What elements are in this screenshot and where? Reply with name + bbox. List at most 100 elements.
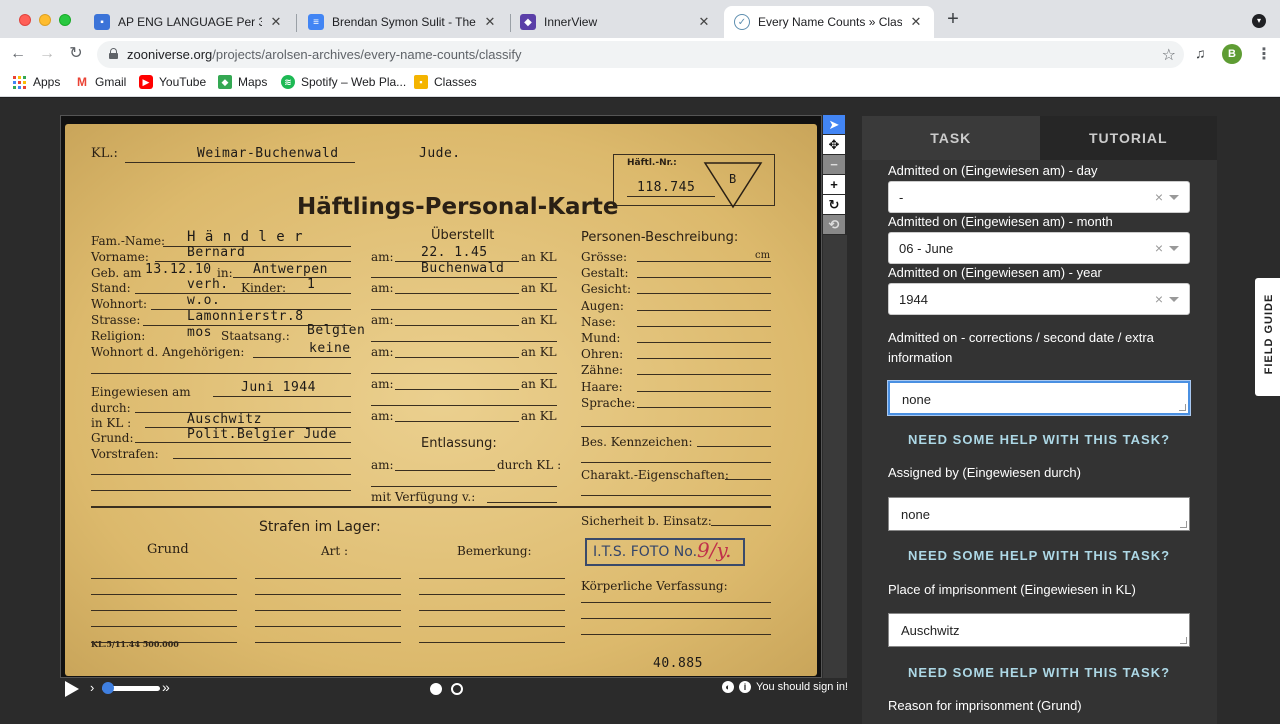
new-tab-button[interactable]: +	[944, 9, 962, 29]
ankl-label-2: an KL	[521, 281, 557, 295]
close-window-button[interactable]	[19, 14, 31, 26]
chevron-down-icon[interactable]	[1169, 297, 1179, 302]
field-guide-label: FIELD GUIDE	[1263, 293, 1275, 375]
bookmark-apps[interactable]: Apps	[13, 75, 60, 89]
clear-icon[interactable]: ×	[1155, 291, 1163, 307]
am-label-4: am:	[371, 345, 394, 359]
speed-slider-knob[interactable]	[102, 682, 114, 694]
forward-button[interactable]: →	[37, 44, 57, 64]
field-guide-button[interactable]: FIELD GUIDE	[1255, 278, 1280, 396]
stamp-handwriting: 9/y.	[697, 538, 732, 562]
help-link-2[interactable]: NEED SOME HELP WITH THIS TASK?	[888, 548, 1190, 563]
address-bar: ← → ↻ zooniverse.org/projects/arolsen-ar…	[0, 38, 1280, 70]
reload-button[interactable]: ↻	[66, 44, 86, 64]
corrections-field[interactable]: none	[888, 381, 1190, 415]
bookmark-label: Gmail	[95, 75, 127, 89]
zooniverse-icon: ✓	[734, 14, 750, 30]
slower-icon[interactable]: ›	[90, 680, 94, 695]
inkl-value: Auschwitz	[187, 412, 262, 427]
bookmark-maps[interactable]: ◆ Maps	[218, 75, 267, 89]
day-select[interactable]: - ×	[888, 181, 1190, 213]
browser-menu-icon[interactable]: ⋮	[1256, 44, 1272, 64]
bookmark-spotify[interactable]: ≋ Spotify – Web Pla...	[281, 75, 406, 89]
pan-tool-icon[interactable]: ✥	[823, 135, 845, 154]
pointer-tool-icon[interactable]: ➤	[823, 115, 845, 134]
close-icon[interactable]: ✕	[908, 14, 924, 30]
jude-text: Jude.	[419, 146, 461, 161]
frame-dot-1[interactable]	[430, 683, 442, 695]
tab-title: AP ENG LANGUAGE Per 3	[118, 15, 262, 29]
play-icon[interactable]	[65, 681, 79, 697]
spotify-icon: ≋	[281, 75, 295, 89]
bookmark-label: Classes	[434, 75, 477, 89]
url-input[interactable]: zooniverse.org/projects/arolsen-archives…	[97, 41, 1184, 68]
ueberstellt-place: Buchenwald	[421, 261, 505, 276]
am-label-2: am:	[371, 281, 394, 295]
frame-dot-2[interactable]	[451, 683, 463, 695]
help-link-3[interactable]: NEED SOME HELP WITH THIS TASK?	[888, 665, 1190, 680]
help-link-1[interactable]: NEED SOME HELP WITH THIS TASK?	[888, 432, 1190, 447]
minimize-window-button[interactable]	[39, 14, 51, 26]
resize-handle[interactable]	[1180, 637, 1187, 644]
col-art: Art :	[321, 544, 349, 558]
faster-icon[interactable]: »	[162, 679, 170, 695]
pb-field-label: Gesicht:	[581, 282, 631, 297]
innerview-icon: ◆	[520, 14, 536, 30]
back-button[interactable]: ←	[8, 44, 28, 64]
tab-ap-eng[interactable]: ▪ AP ENG LANGUAGE Per 3 ✕	[84, 6, 294, 38]
subject-viewer[interactable]: KL.: Weimar-Buchenwald Jude. Häftl.-Nr.:…	[60, 115, 822, 678]
pb-field-label: Zähne:	[581, 363, 624, 378]
verfuegung-label: mit Verfügung v.:	[371, 490, 476, 504]
signin-text[interactable]: You should sign in!	[756, 681, 848, 693]
month-select[interactable]: 06 - June ×	[888, 232, 1190, 264]
chevron-down-icon[interactable]	[1169, 195, 1179, 200]
strasse-label: Strasse:	[91, 313, 141, 327]
tab-every-name-counts[interactable]: ✓ Every Name Counts » Classify ✕	[724, 6, 934, 38]
bookmark-star-icon[interactable]: ☆	[1162, 45, 1176, 65]
ueberstellt-date: 22. 1.45	[421, 245, 488, 260]
tab-tutorial[interactable]: TUTORIAL	[1039, 116, 1217, 160]
bookmark-classes[interactable]: ▪ Classes	[414, 75, 477, 89]
media-control-icon[interactable]: ♫	[1195, 45, 1206, 61]
tab-title: InnerView	[544, 15, 598, 29]
resize-handle[interactable]	[1179, 404, 1186, 411]
tab-innerview[interactable]: ◆ InnerView ✕	[510, 6, 722, 38]
place-field[interactable]: Auschwitz	[888, 613, 1190, 647]
reset-icon[interactable]: ⟲	[823, 215, 845, 234]
maximize-window-button[interactable]	[59, 14, 71, 26]
eingew-value: Juni 1944	[241, 380, 316, 395]
close-icon[interactable]: ✕	[482, 14, 498, 30]
col-bemerkung: Bemerkung:	[457, 544, 532, 558]
bookmark-gmail[interactable]: M Gmail	[75, 75, 126, 89]
rotate-icon[interactable]: ↻	[823, 195, 845, 214]
tab-brendan-doc[interactable]: ≡ Brendan Symon Sulit - The Gre ✕	[298, 6, 508, 38]
close-icon[interactable]: ✕	[696, 14, 712, 30]
contrast-icon[interactable]: ◐	[722, 681, 735, 693]
year-select[interactable]: 1944 ×	[888, 283, 1190, 315]
kennzeichen-label: Bes. Kennzeichen:	[581, 435, 693, 449]
lock-icon[interactable]	[109, 48, 118, 59]
pb-field-label: Sprache:	[581, 395, 636, 410]
angeh-label: Wohnort d. Angehörigen:	[91, 345, 245, 359]
assigned-field[interactable]: none	[888, 497, 1190, 531]
resize-handle[interactable]	[1180, 521, 1187, 528]
clear-icon[interactable]: ×	[1155, 189, 1163, 205]
durch-label: durch:	[91, 401, 131, 415]
zoom-in-icon[interactable]: +	[823, 175, 845, 194]
bookmark-youtube[interactable]: ▶ YouTube	[139, 75, 206, 89]
classify-page: KL.: Weimar-Buchenwald Jude. Häftl.-Nr.:…	[0, 98, 1280, 724]
assigned-label: Assigned by (Eingewiesen durch)	[888, 465, 1081, 480]
kl-value: Weimar-Buchenwald	[197, 146, 339, 161]
profile-avatar[interactable]: B	[1222, 44, 1242, 64]
tab-search-icon[interactable]: ▾	[1252, 14, 1266, 28]
info-icon[interactable]: i	[739, 681, 752, 693]
close-icon[interactable]: ✕	[268, 14, 284, 30]
footer-left: KL.5/11.44 500.000	[91, 639, 179, 649]
am-label: am:	[371, 250, 394, 264]
assigned-value: none	[901, 507, 930, 522]
tab-task[interactable]: TASK	[862, 116, 1040, 160]
chevron-down-icon[interactable]	[1169, 246, 1179, 251]
zoom-out-icon[interactable]: −	[823, 155, 845, 174]
grund-value: Polit.Belgier Jude	[187, 427, 337, 442]
clear-icon[interactable]: ×	[1155, 240, 1163, 256]
